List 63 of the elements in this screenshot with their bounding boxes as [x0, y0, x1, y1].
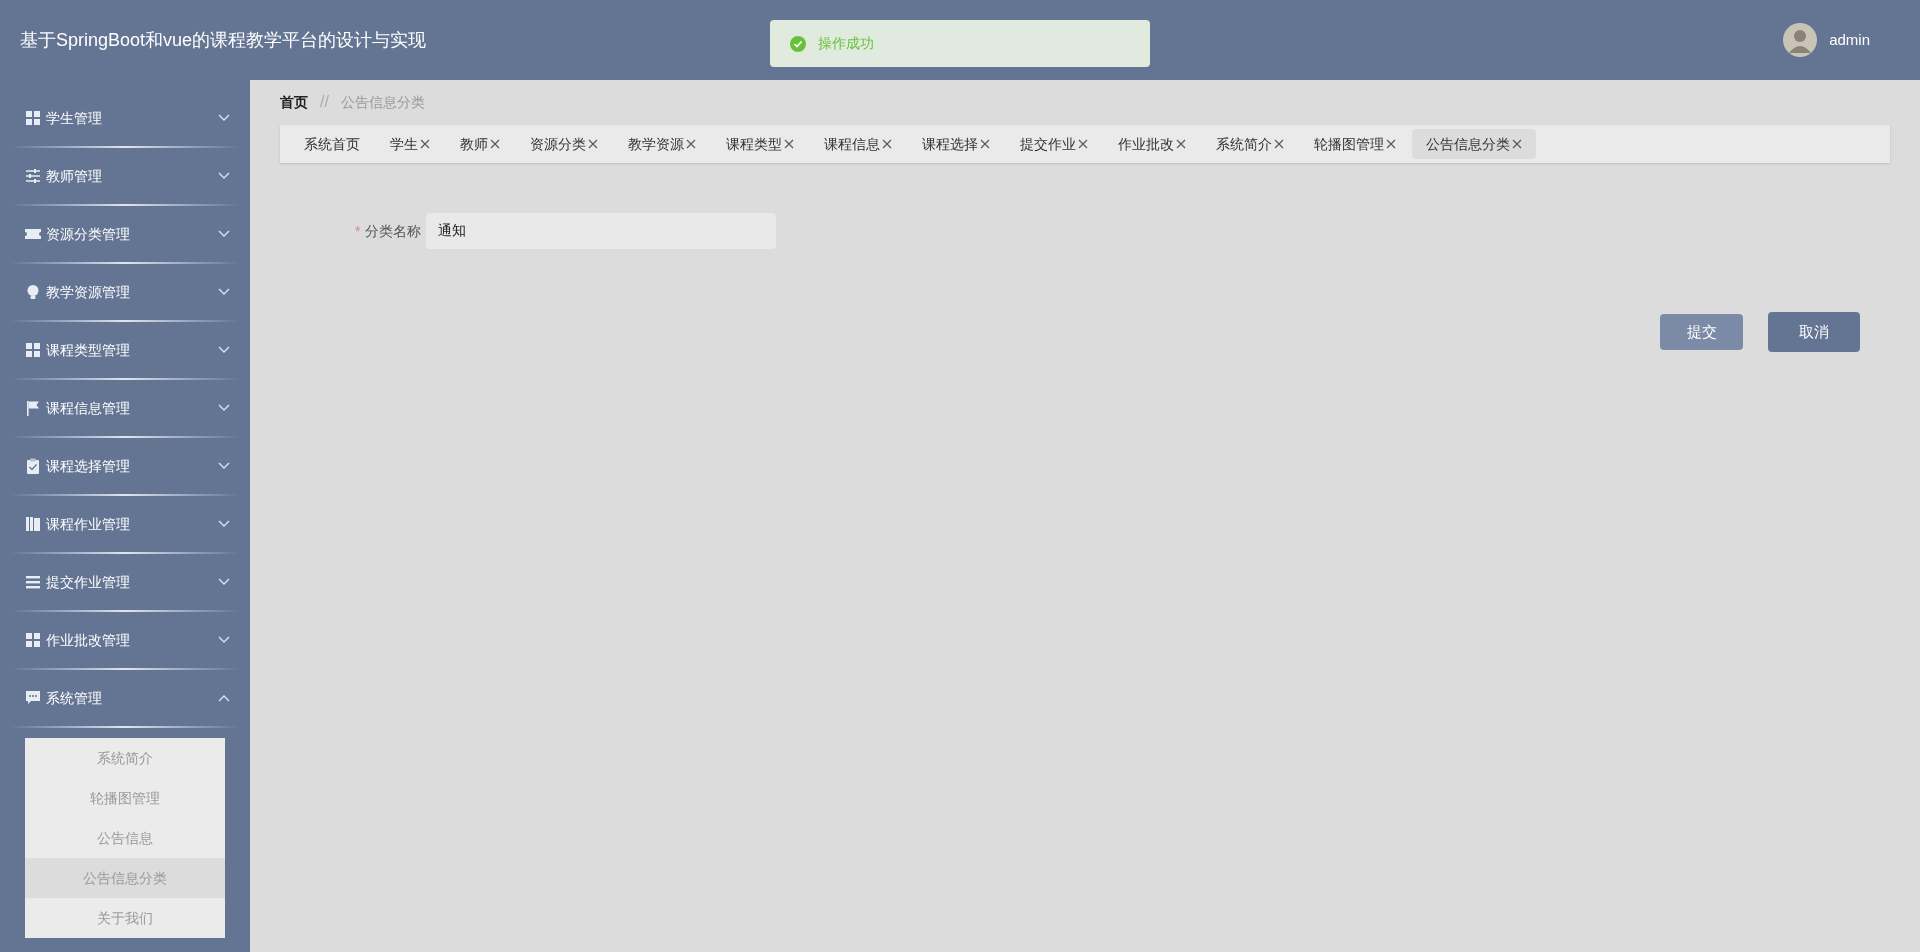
close-icon[interactable]	[420, 139, 430, 149]
text-input-field[interactable]: 通知	[426, 213, 777, 249]
required-mark: *	[355, 221, 361, 241]
sidebar-menu-item[interactable]: 课程选择管理	[0, 438, 250, 494]
list-icon	[25, 574, 41, 590]
field-label: 分类名称	[365, 221, 422, 241]
sidebar-menu-item[interactable]: 系统管理	[0, 670, 250, 726]
chat-icon	[25, 690, 41, 706]
close-icon[interactable]	[1274, 139, 1284, 149]
submenu-item[interactable]: 关于我们	[25, 898, 225, 938]
sidebar-menu-item[interactable]: 课程信息管理	[0, 380, 250, 436]
tab[interactable]: 资源分类	[516, 129, 612, 159]
close-icon[interactable]	[882, 139, 892, 149]
sidebar-menu-item[interactable]: 学生管理	[0, 90, 250, 146]
tab[interactable]: 系统首页	[290, 129, 374, 159]
toast-message: 操作成功	[818, 34, 874, 53]
close-icon[interactable]	[1176, 139, 1186, 149]
clipboard-icon	[25, 458, 41, 474]
submenu-item[interactable]: 轮播图管理	[25, 778, 225, 818]
breadcrumb-item: 公告信息分类	[340, 92, 425, 112]
sidebar-menu-item[interactable]: 作业批改管理	[0, 612, 250, 668]
user-name[interactable]: admin	[1829, 28, 1870, 52]
tab[interactable]: 课程选择	[908, 129, 1004, 159]
tab[interactable]: 公告信息分类	[1412, 129, 1536, 159]
close-icon[interactable]	[1386, 139, 1396, 149]
sidebar-menu-item[interactable]: 资源分类管理	[0, 206, 250, 262]
close-icon[interactable]	[588, 139, 598, 149]
close-icon[interactable]	[784, 139, 794, 149]
close-icon[interactable]	[490, 139, 500, 149]
avatar-icon[interactable]	[1783, 23, 1818, 57]
grid-icon	[25, 342, 41, 358]
close-icon[interactable]	[686, 139, 696, 149]
lightbulb-icon	[25, 284, 41, 300]
grid-icon	[25, 632, 41, 648]
breadcrumb-item[interactable]: 首页	[280, 91, 308, 113]
tab[interactable]: 提交作业	[1006, 129, 1102, 159]
sidebar-menu-item[interactable]: 课程类型管理	[0, 322, 250, 378]
sidebar-menu-item[interactable]: 教师管理	[0, 148, 250, 204]
sidebar-menu-item[interactable]: 提交作业管理	[0, 554, 250, 610]
tab[interactable]: 课程信息	[810, 129, 906, 159]
tab[interactable]: 作业批改	[1104, 129, 1200, 159]
book-icon	[25, 516, 41, 532]
close-icon[interactable]	[1078, 139, 1088, 149]
tab[interactable]: 教师	[446, 129, 514, 159]
tab[interactable]: 学生	[376, 129, 444, 159]
sidebar-menu-item[interactable]: 教学资源管理	[0, 264, 250, 320]
site-title: 基于SpringBoot和vue的课程教学平台的设计与实现	[20, 28, 427, 52]
submenu-item[interactable]: 系统简介	[25, 738, 225, 778]
sidebar-menu-item[interactable]: 课程作业管理	[0, 496, 250, 552]
ticket-icon	[25, 226, 41, 242]
sliders-icon	[25, 168, 41, 184]
tab[interactable]: 教学资源	[614, 129, 710, 159]
breadcrumb-separator: //	[320, 92, 329, 112]
tab[interactable]: 课程类型	[712, 129, 808, 159]
close-icon[interactable]	[980, 139, 990, 149]
tab[interactable]: 轮播图管理	[1300, 129, 1410, 159]
flag-icon	[25, 400, 41, 416]
tab[interactable]: 系统简介	[1202, 129, 1298, 159]
close-icon[interactable]	[1512, 139, 1522, 149]
cancel-button[interactable]: 取消	[1768, 312, 1860, 352]
submenu-item[interactable]: 公告信息	[25, 818, 225, 858]
check-circle-icon	[790, 35, 806, 52]
grid-icon	[25, 110, 41, 126]
